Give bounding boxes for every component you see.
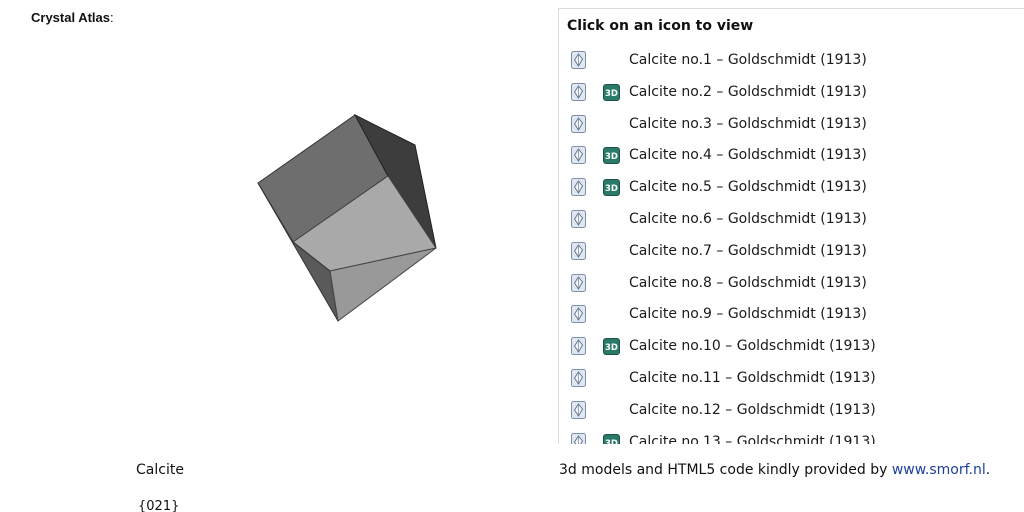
3d-icon-text: 3D: [605, 184, 618, 194]
list-item-label: Calcite no.2 – Goldschmidt (1913): [629, 83, 867, 100]
list-item-label: Calcite no.13 – Goldschmidt (1913): [629, 433, 876, 444]
list-item-label: Calcite no.6 – Goldschmidt (1913): [629, 210, 867, 227]
3d-model-icon[interactable]: 3D: [603, 433, 620, 444]
mineral-form-symbol: {021}: [138, 499, 180, 512]
list-item-label: Calcite no.1 – Goldschmidt (1913): [629, 52, 867, 68]
entry-list: Calcite no.1 – Goldschmidt (1913) 3D Calci…: [559, 45, 1024, 444]
3d-model-icon[interactable]: 3D: [603, 83, 620, 101]
list-item: Calcite no.6 – Goldschmidt (1913): [559, 204, 1024, 236]
crystal-drawing-icon[interactable]: [571, 432, 586, 444]
list-item-label: Calcite no.10 – Goldschmidt (1913): [629, 338, 876, 355]
list-item-label: Calcite no.12 – Goldschmidt (1913): [629, 401, 876, 418]
credit-suffix: .: [985, 462, 991, 478]
page: Crystal Atlas: Click on an icon to view …: [0, 0, 1024, 512]
smorf-link[interactable]: www.smorf.nl: [892, 462, 986, 478]
crystal-drawing-icon[interactable]: [571, 273, 586, 292]
list-item: 3D Calcite no.4 – Goldschmidt (1913): [559, 140, 1024, 172]
crystal-atlas-title: Crystal Atlas: [31, 10, 110, 25]
crystal-drawing-icon[interactable]: [571, 51, 586, 69]
icon-list-panel: Click on an icon to view Calcite no.1 – …: [558, 8, 1024, 444]
3d-model-icon[interactable]: 3D: [603, 338, 620, 356]
list-item-label: Calcite no.8 – Goldschmidt (1913): [629, 274, 867, 291]
list-item: Calcite no.12 – Goldschmidt (1913): [559, 395, 1024, 427]
list-item: Calcite no.3 – Goldschmidt (1913): [559, 109, 1024, 141]
list-item: Calcite no.9 – Goldschmidt (1913): [559, 299, 1024, 331]
crystal-3d-view[interactable]: [240, 100, 450, 335]
crystal-drawing-icon[interactable]: [571, 82, 586, 101]
panel-header: Click on an icon to view: [567, 18, 754, 34]
list-item-label: Calcite no.7 – Goldschmidt (1913): [629, 242, 867, 259]
list-item-label: Calcite no.5 – Goldschmidt (1913): [629, 179, 867, 196]
3d-icon-text: 3D: [605, 439, 618, 444]
list-item: Calcite no.1 – Goldschmidt (1913): [559, 45, 1024, 77]
crystal-atlas-label: Crystal Atlas:: [31, 10, 114, 25]
credit-text: 3d models and HTML5 code kindly provided…: [559, 462, 892, 478]
crystal-drawing-icon[interactable]: [571, 400, 586, 419]
3d-model-icon[interactable]: 3D: [603, 147, 620, 165]
list-item: 3D Calcite no.5 – Goldschmidt (1913): [559, 172, 1024, 204]
crystal-drawing-icon[interactable]: [571, 368, 586, 387]
crystal-atlas-colon: :: [110, 10, 114, 25]
list-item: 3D Calcite no.2 – Goldschmidt (1913): [559, 77, 1024, 109]
list-item-label: Calcite no.3 – Goldschmidt (1913): [629, 115, 867, 132]
credit-line: 3d models and HTML5 code kindly provided…: [559, 462, 990, 478]
list-item-label: Calcite no.4 – Goldschmidt (1913): [629, 147, 867, 164]
crystal-drawing-icon[interactable]: [571, 337, 586, 356]
crystal-drawing-icon[interactable]: [571, 241, 586, 260]
crystal-drawing-icon[interactable]: [571, 305, 586, 324]
3d-icon-text: 3D: [605, 153, 618, 163]
list-item: 3D Calcite no.13 – Goldschmidt (1913): [559, 427, 1024, 444]
list-item: Calcite no.7 – Goldschmidt (1913): [559, 236, 1024, 268]
3d-icon-text: 3D: [605, 89, 618, 99]
crystal-drawing-icon[interactable]: [571, 114, 586, 133]
crystal-drawing-icon[interactable]: [571, 178, 586, 197]
list-item-label: Calcite no.11 – Goldschmidt (1913): [629, 369, 876, 386]
3d-model-icon[interactable]: 3D: [603, 179, 620, 197]
crystal-drawing-icon[interactable]: [571, 209, 586, 228]
list-item-label: Calcite no.9 – Goldschmidt (1913): [629, 306, 867, 323]
crystal-drawing-icon[interactable]: [571, 146, 586, 165]
list-item: Calcite no.8 – Goldschmidt (1913): [559, 268, 1024, 300]
list-item: Calcite no.11 – Goldschmidt (1913): [559, 363, 1024, 395]
list-item: 3D Calcite no.10 – Goldschmidt (1913): [559, 331, 1024, 363]
3d-icon-text: 3D: [605, 343, 618, 353]
mineral-name: Calcite: [136, 462, 184, 478]
